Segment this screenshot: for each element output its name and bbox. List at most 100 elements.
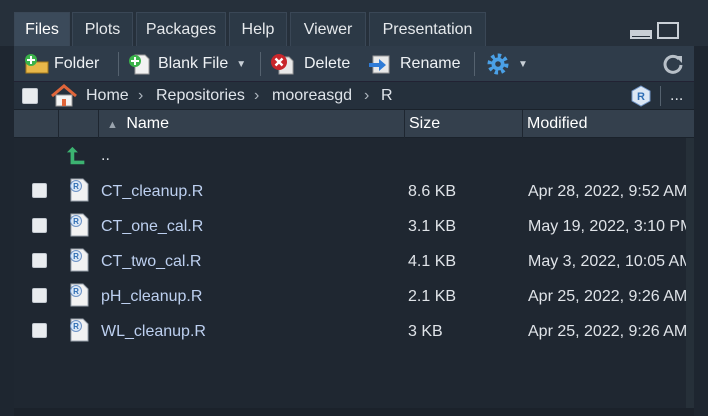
r-project-icon[interactable]: R xyxy=(630,85,652,113)
pane-tab-bar: Files Plots Packages Help Viewer Present… xyxy=(0,0,708,46)
file-table-header: ▲ Name Size Modified xyxy=(14,110,694,138)
delete-icon xyxy=(271,54,294,75)
svg-text:R: R xyxy=(73,252,79,261)
table-row[interactable]: R CT_one_cal.R 3.1 KB May 19, 2022, 3:10… xyxy=(14,209,686,244)
delete-button[interactable]: Delete xyxy=(270,46,350,82)
table-row[interactable]: R pH_cleanup.R 2.1 KB Apr 25, 2022, 9:26… xyxy=(14,279,686,314)
breadcrumb-home[interactable]: Home xyxy=(86,82,129,110)
breadcrumb: Home › Repositories › mooreasgd › R R ..… xyxy=(14,82,694,110)
refresh-button[interactable] xyxy=(662,46,684,82)
table-row[interactable]: R CT_cleanup.R 8.6 KB Apr 28, 2022, 9:52… xyxy=(14,174,686,209)
home-icon[interactable] xyxy=(50,84,78,112)
maximize-pane-icon[interactable] xyxy=(657,22,679,39)
blank-file-label: Blank File xyxy=(158,55,229,72)
file-name-link[interactable]: pH_cleanup.R xyxy=(101,279,202,314)
r-file-icon: R xyxy=(70,178,89,202)
toolbar-divider xyxy=(118,52,119,76)
delete-label: Delete xyxy=(304,55,351,72)
pane-bottom-edge xyxy=(14,408,694,416)
r-file-icon: R xyxy=(70,213,89,237)
parent-directory-row[interactable]: .. xyxy=(14,138,686,173)
tab-files[interactable]: Files xyxy=(14,12,70,46)
row-checkbox[interactable] xyxy=(32,183,47,198)
svg-text:R: R xyxy=(73,322,79,331)
tab-plots[interactable]: Plots xyxy=(72,12,133,46)
header-checkbox-column xyxy=(14,110,58,138)
svg-text:R: R xyxy=(73,287,79,296)
file-name-link[interactable]: WL_cleanup.R xyxy=(101,314,206,349)
tab-presentation[interactable]: Presentation xyxy=(369,12,486,46)
table-row[interactable]: R CT_two_cal.R 4.1 KB May 3, 2022, 10:05… xyxy=(14,244,686,279)
svg-text:R: R xyxy=(73,182,79,191)
breadcrumb-separator-icon: › xyxy=(138,87,144,104)
rename-button[interactable]: Rename xyxy=(368,46,460,82)
refresh-icon xyxy=(663,54,683,74)
file-name-link[interactable]: CT_one_cal.R xyxy=(101,209,203,244)
row-checkbox[interactable] xyxy=(32,323,47,338)
vertical-scrollbar[interactable] xyxy=(686,138,694,408)
files-toolbar: Folder Blank File ▼ Delete Rename ▼ xyxy=(14,46,694,82)
r-file-icon: R xyxy=(70,248,89,272)
r-file-icon: R xyxy=(70,283,89,307)
row-checkbox[interactable] xyxy=(32,253,47,268)
breadcrumb-repositories[interactable]: Repositories xyxy=(156,82,245,110)
minimize-pane-icon[interactable] xyxy=(630,30,652,39)
gear-icon xyxy=(487,53,509,75)
toolbar-divider xyxy=(474,52,475,76)
select-all-checkbox[interactable] xyxy=(22,88,38,104)
tab-packages-label: Packages xyxy=(145,21,217,38)
svg-text:R: R xyxy=(637,91,645,103)
blank-file-icon xyxy=(129,54,150,75)
breadcrumb-r[interactable]: R xyxy=(381,82,393,110)
file-size: 8.6 KB xyxy=(408,183,457,200)
header-modified[interactable]: Modified xyxy=(522,110,694,138)
svg-text:R: R xyxy=(73,217,79,226)
file-modified: Apr 28, 2022, 9:52 AM xyxy=(528,183,686,200)
chevron-down-icon[interactable]: ▼ xyxy=(236,59,246,70)
r-file-icon: R xyxy=(70,318,89,342)
header-size[interactable]: Size xyxy=(404,110,522,138)
file-name-link[interactable]: CT_cleanup.R xyxy=(101,174,203,209)
tab-files-label: Files xyxy=(25,21,59,38)
file-modified: Apr 25, 2022, 9:26 AM xyxy=(528,288,686,305)
header-name-label: Name xyxy=(126,115,170,132)
tab-help-label: Help xyxy=(241,21,275,38)
row-checkbox[interactable] xyxy=(32,288,47,303)
tab-plots-label: Plots xyxy=(84,21,121,38)
header-name[interactable]: ▲ Name xyxy=(98,110,404,138)
breadcrumb-mooreasgd[interactable]: mooreasgd xyxy=(272,82,352,110)
new-folder-label: Folder xyxy=(54,55,100,72)
sort-ascending-icon: ▲ xyxy=(107,119,118,131)
file-modified: May 3, 2022, 10:05 AM xyxy=(528,253,686,270)
header-size-label: Size xyxy=(409,115,441,132)
blank-file-button[interactable]: Blank File ▼ xyxy=(128,46,246,82)
tab-viewer[interactable]: Viewer xyxy=(290,12,366,46)
file-size: 3 KB xyxy=(408,323,443,340)
breadcrumb-separator-icon: › xyxy=(254,87,260,104)
more-path-button[interactable]: ... xyxy=(670,82,683,110)
chevron-down-icon: ▼ xyxy=(518,58,528,70)
file-size: 3.1 KB xyxy=(408,218,457,235)
tab-help[interactable]: Help xyxy=(229,12,287,46)
parent-directory-label: .. xyxy=(101,147,110,164)
row-checkbox[interactable] xyxy=(32,218,47,233)
table-row[interactable]: R WL_cleanup.R 3 KB Apr 25, 2022, 9:26 A… xyxy=(14,314,686,349)
header-modified-label: Modified xyxy=(527,115,588,132)
breadcrumb-separator-icon: › xyxy=(364,87,370,104)
file-name-link[interactable]: CT_two_cal.R xyxy=(101,244,201,279)
tab-presentation-label: Presentation xyxy=(382,21,473,38)
rename-icon xyxy=(369,55,390,74)
header-icon-column xyxy=(58,110,98,138)
toolbar-divider xyxy=(260,52,261,76)
rename-label: Rename xyxy=(400,55,461,72)
file-modified: May 19, 2022, 3:10 PM xyxy=(528,218,686,235)
file-modified: Apr 25, 2022, 9:26 AM xyxy=(528,323,686,340)
more-actions-button[interactable]: ▼ xyxy=(486,46,528,82)
file-list: .. R CT_cleanup.R 8.6 KB Apr 28, 2022, 9… xyxy=(14,138,694,408)
new-folder-icon xyxy=(25,54,49,74)
file-size: 4.1 KB xyxy=(408,253,457,270)
file-size: 2.1 KB xyxy=(408,288,457,305)
tab-packages[interactable]: Packages xyxy=(136,12,226,46)
new-folder-button[interactable]: Folder xyxy=(24,46,99,82)
tab-viewer-label: Viewer xyxy=(303,21,353,38)
